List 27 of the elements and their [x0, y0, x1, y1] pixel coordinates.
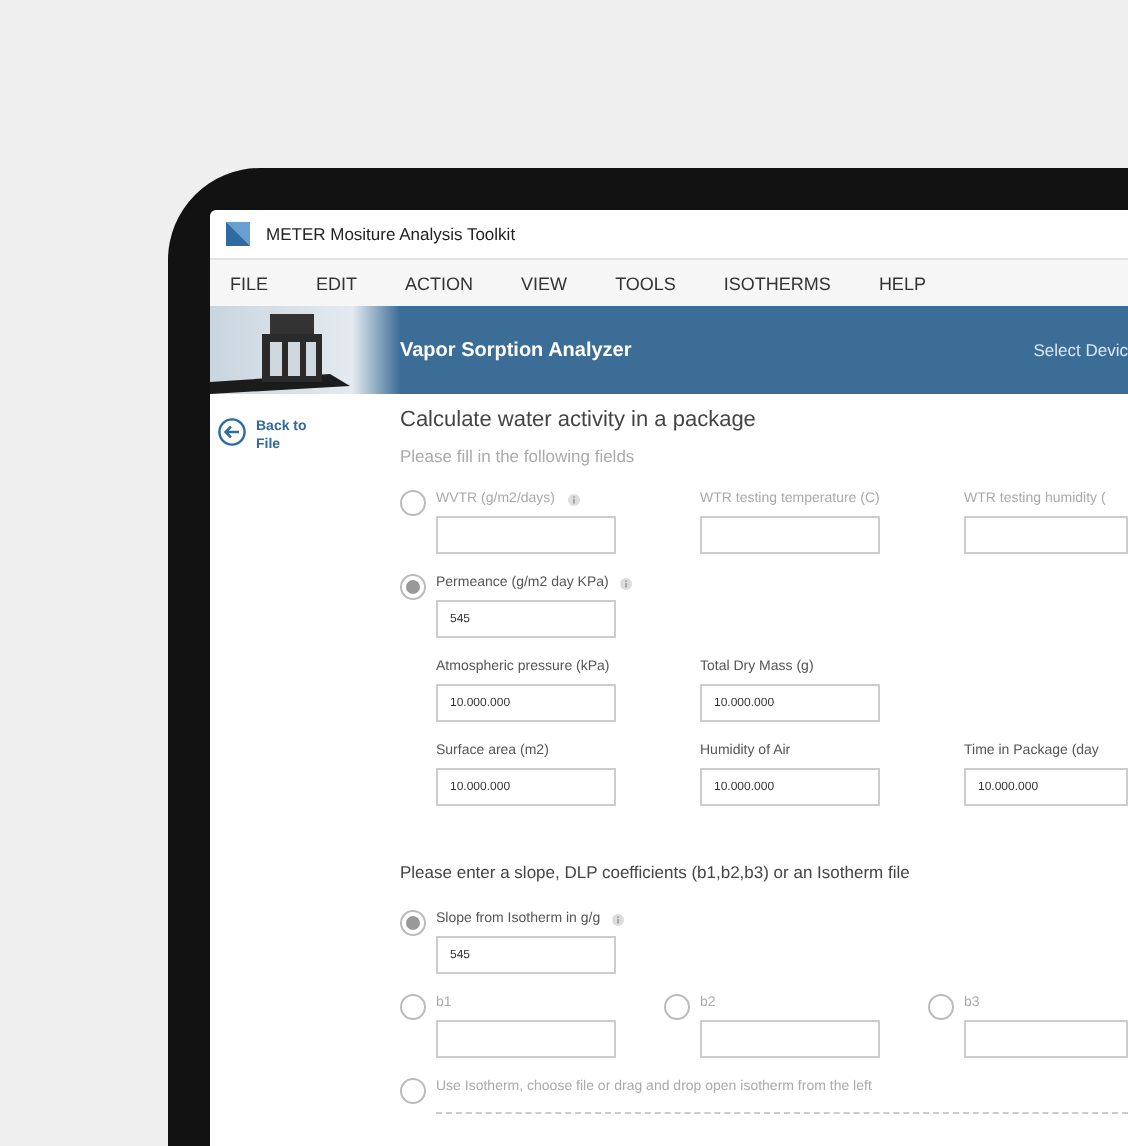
radio-button[interactable]	[400, 490, 426, 516]
window-title: METER Mositure Analysis Toolkit	[266, 224, 516, 244]
radio-button[interactable]	[400, 574, 426, 600]
menu-item[interactable]: FILE	[230, 273, 269, 293]
menu-item[interactable]: VIEW	[521, 273, 568, 293]
input-field[interactable]	[964, 516, 1128, 554]
input-field[interactable]	[964, 1020, 1128, 1058]
menu-item[interactable]: EDIT	[316, 273, 358, 293]
section-title: Please enter a slope, DLP coefficients (b1,b2,b3) or an Isotherm file	[400, 862, 912, 882]
input-field[interactable]	[700, 516, 880, 554]
app-logo-icon	[226, 222, 250, 246]
radio-button[interactable]	[400, 910, 426, 936]
input-field[interactable]	[700, 1020, 880, 1058]
menu-item[interactable]: ISOTHERMS	[723, 273, 831, 293]
input-field[interactable]	[436, 1020, 616, 1058]
banner-title: Vapor Sorption Analyzer	[400, 339, 634, 361]
radio-button[interactable]	[400, 994, 426, 1020]
radio-button[interactable]	[664, 994, 690, 1020]
input-field[interactable]	[436, 516, 616, 554]
form-subtitle: Please fill in the following fields	[400, 446, 637, 466]
radio-button[interactable]	[400, 1078, 426, 1104]
radio-button[interactable]	[928, 994, 954, 1020]
menu-item[interactable]: TOOLS	[615, 273, 676, 293]
form-title: Calculate water activity in a package	[400, 408, 758, 432]
menu-item[interactable]: HELP	[878, 273, 926, 293]
menu-item[interactable]: ACTION	[405, 273, 474, 293]
select-device-link[interactable]: Select Devic	[1033, 340, 1128, 360]
